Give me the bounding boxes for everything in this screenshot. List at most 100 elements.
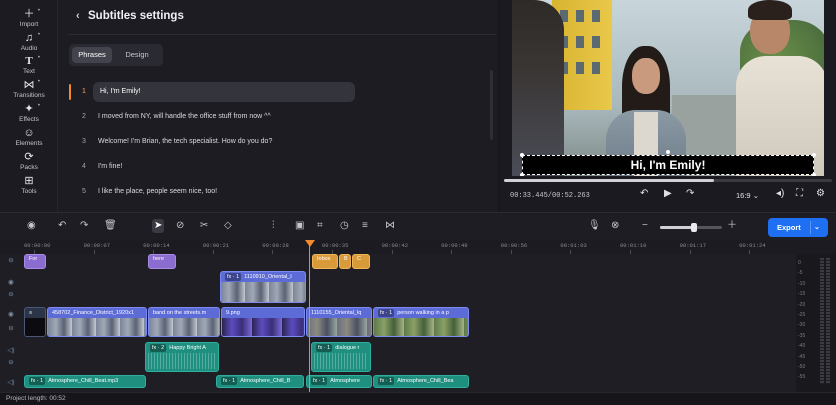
seekbar-progress (504, 179, 714, 182)
video-frame[interactable]: Hi, I'm Emily! (512, 0, 824, 176)
marker-icon[interactable]: ◇ (224, 219, 232, 233)
redo-step-icon[interactable]: ↷ (686, 188, 694, 199)
title-clip[interactable]: here (148, 254, 176, 269)
tool-tools[interactable]: ⊞ Tools (0, 175, 58, 197)
music-note-icon: ♫ (24, 32, 34, 44)
caption-rotate-handle[interactable] (666, 150, 670, 154)
phrase-row[interactable]: 5 I like the place, people seem nice, to… (68, 182, 478, 202)
tool-import[interactable]: ＋ Import • (0, 8, 58, 30)
vu-scale-label: -40 (798, 343, 806, 350)
transitions-icon: ⋈ (23, 79, 35, 91)
phrase-row[interactable]: 3 Welcome! I'm Brian, the tech specialis… (68, 132, 478, 152)
playhead-line[interactable] (309, 240, 310, 392)
vu-scale-label: -5 (798, 270, 803, 277)
vu-scale-label: -50 (798, 364, 806, 370)
vu-scale-label: 0 (798, 260, 801, 266)
vu-scale-label: -25 (798, 312, 806, 318)
title-clip[interactable]: C (352, 254, 370, 269)
select-cursor-icon[interactable]: ➤ (152, 219, 165, 233)
man-right (736, 0, 824, 176)
insert-image-icon[interactable]: ▣ (295, 219, 304, 233)
magnet-icon[interactable]: ⊗ (611, 219, 619, 233)
phrase-row[interactable]: 2 I moved from NY, will handle the offic… (68, 107, 478, 127)
timeline-ruler[interactable]: 00:00:00 00:00:07 00:00:14 00:00:21 00:00:28… (0, 240, 836, 254)
aspect-ratio-select[interactable]: 16:9 ⌄ (736, 191, 759, 200)
adjust-sliders-icon[interactable]: ≡ (362, 219, 368, 233)
trash-icon[interactable]: 🗑 (104, 219, 117, 233)
tool-packs[interactable]: ⟳ Packs (0, 151, 58, 173)
lock-icon[interactable]: ⊖ (0, 358, 22, 366)
audio-clip[interactable]: fx · 2 Happy Bright A (145, 342, 219, 372)
transition-icon[interactable]: ⋈ (385, 219, 395, 233)
panel-scrollbar[interactable] (490, 70, 493, 140)
music-clip[interactable]: fx · 1 Atmosphere_Chill_Beat.mp3 (24, 375, 146, 388)
undo-step-icon[interactable]: ↶ (640, 188, 648, 199)
lane-link-icon[interactable]: ⊖ (0, 256, 22, 264)
phrase-text[interactable]: Hi, I'm Emily! (100, 82, 141, 102)
tool-transitions[interactable]: ⋈ Transitions • (0, 79, 58, 101)
playhead-handle[interactable] (305, 240, 315, 247)
tool-audio[interactable]: ♫ Audio • (0, 32, 58, 54)
back-chevron-icon[interactable]: ‹ (76, 10, 80, 22)
audio-wave-icon[interactable]: ⫶ (272, 219, 275, 233)
record-icon[interactable]: ◉ (27, 219, 36, 233)
ruler-tick-label: 00:00:28 (262, 242, 289, 249)
tool-elements[interactable]: ☺ Elements (0, 127, 58, 149)
voiceover-icon[interactable]: 🎙 (588, 219, 601, 233)
zoom-out-icon[interactable]: − (642, 219, 648, 233)
video-clip[interactable]: 9.png (221, 307, 305, 337)
tab-design[interactable]: Design (115, 47, 159, 63)
speaker-icon[interactable]: ◁) (0, 346, 22, 354)
video-clip[interactable]: fx · 1 person walking in a p (373, 307, 469, 337)
title-clip[interactable]: For (24, 254, 46, 269)
title-clip[interactable]: Inbox (312, 254, 338, 269)
phrase-row[interactable]: 4 I'm fine! (68, 157, 478, 177)
speaker-icon[interactable]: ◁) (0, 378, 22, 386)
scissors-icon[interactable]: ✂ (200, 219, 208, 233)
play-icon[interactable]: ▶ (664, 188, 672, 199)
video-clip[interactable]: 458702_Finance_District_1920x1 (47, 307, 147, 337)
zoom-slider[interactable] (660, 223, 722, 232)
tool-effects[interactable]: ✦ Effects • (0, 103, 58, 125)
volume-icon[interactable]: ◂) (776, 188, 784, 199)
zoom-in-icon[interactable]: ＋ (727, 219, 737, 233)
text-t-icon: T (25, 55, 33, 67)
vu-scale-label: -15 (798, 291, 806, 298)
music-clip[interactable]: fx · 1 Atmosphere_Chill_Bea (373, 375, 469, 388)
tab-phrases[interactable]: Phrases (72, 47, 112, 63)
lock-icon[interactable]: ⊖ (0, 290, 22, 298)
crop-icon[interactable]: ⌗ (317, 219, 323, 233)
phrase-row[interactable]: 1 Hi, I'm Emily! (68, 82, 478, 102)
music-clip[interactable]: fx · 1 Atmosphere_Chill_B (216, 375, 304, 388)
preview-seekbar[interactable] (504, 179, 832, 182)
music-clip[interactable]: fx · 1 Atmosphere (306, 375, 372, 388)
chevron-down-icon[interactable]: ⌄ (814, 218, 820, 237)
zoom-slider-handle[interactable] (691, 223, 698, 232)
title-clip[interactable]: B (339, 254, 351, 269)
redo-icon[interactable]: ↷ (80, 219, 88, 233)
caption-text[interactable]: Hi, I'm Emily! (523, 156, 813, 175)
video-clip[interactable]: band on the streets.m (148, 307, 220, 337)
phrase-text[interactable]: I moved from NY, will handle the office … (98, 107, 271, 127)
speed-icon[interactable]: ◷ (340, 219, 349, 233)
eye-icon[interactable]: ◉ (0, 310, 22, 318)
phrase-text[interactable]: I like the place, people seem nice, too! (98, 182, 217, 202)
tool-text[interactable]: T Text • (0, 55, 58, 77)
filter-clip[interactable]: ≡ (24, 307, 46, 337)
video-clip[interactable]: fx · 1 1110910_Oriental_I (220, 271, 306, 303)
phrase-text[interactable]: I'm fine! (98, 157, 122, 177)
ruler-tick-label: 00:00:00 (24, 242, 51, 249)
audio-clip[interactable]: fx · 1 dialogue r (311, 342, 371, 372)
person-left (512, 0, 564, 176)
eye-icon[interactable]: ◉ (0, 278, 22, 286)
smiley-icon: ☺ (23, 127, 35, 139)
settings-gear-icon[interactable]: ⚙ (816, 188, 825, 199)
disable-icon[interactable]: ⊘ (176, 219, 184, 233)
undo-icon[interactable]: ↶ (58, 219, 66, 233)
lock-icon[interactable]: ⊖ (0, 324, 22, 332)
phrase-text[interactable]: Welcome! I'm Brian, the tech specialist.… (98, 132, 272, 152)
video-clip[interactable]: 1110155_Oriental_lq (306, 307, 372, 337)
export-button[interactable]: Export ⌄ (768, 218, 828, 237)
caption-overlay[interactable]: Hi, I'm Emily! (520, 153, 816, 176)
fullscreen-icon[interactable]: ⛶ (796, 188, 803, 199)
